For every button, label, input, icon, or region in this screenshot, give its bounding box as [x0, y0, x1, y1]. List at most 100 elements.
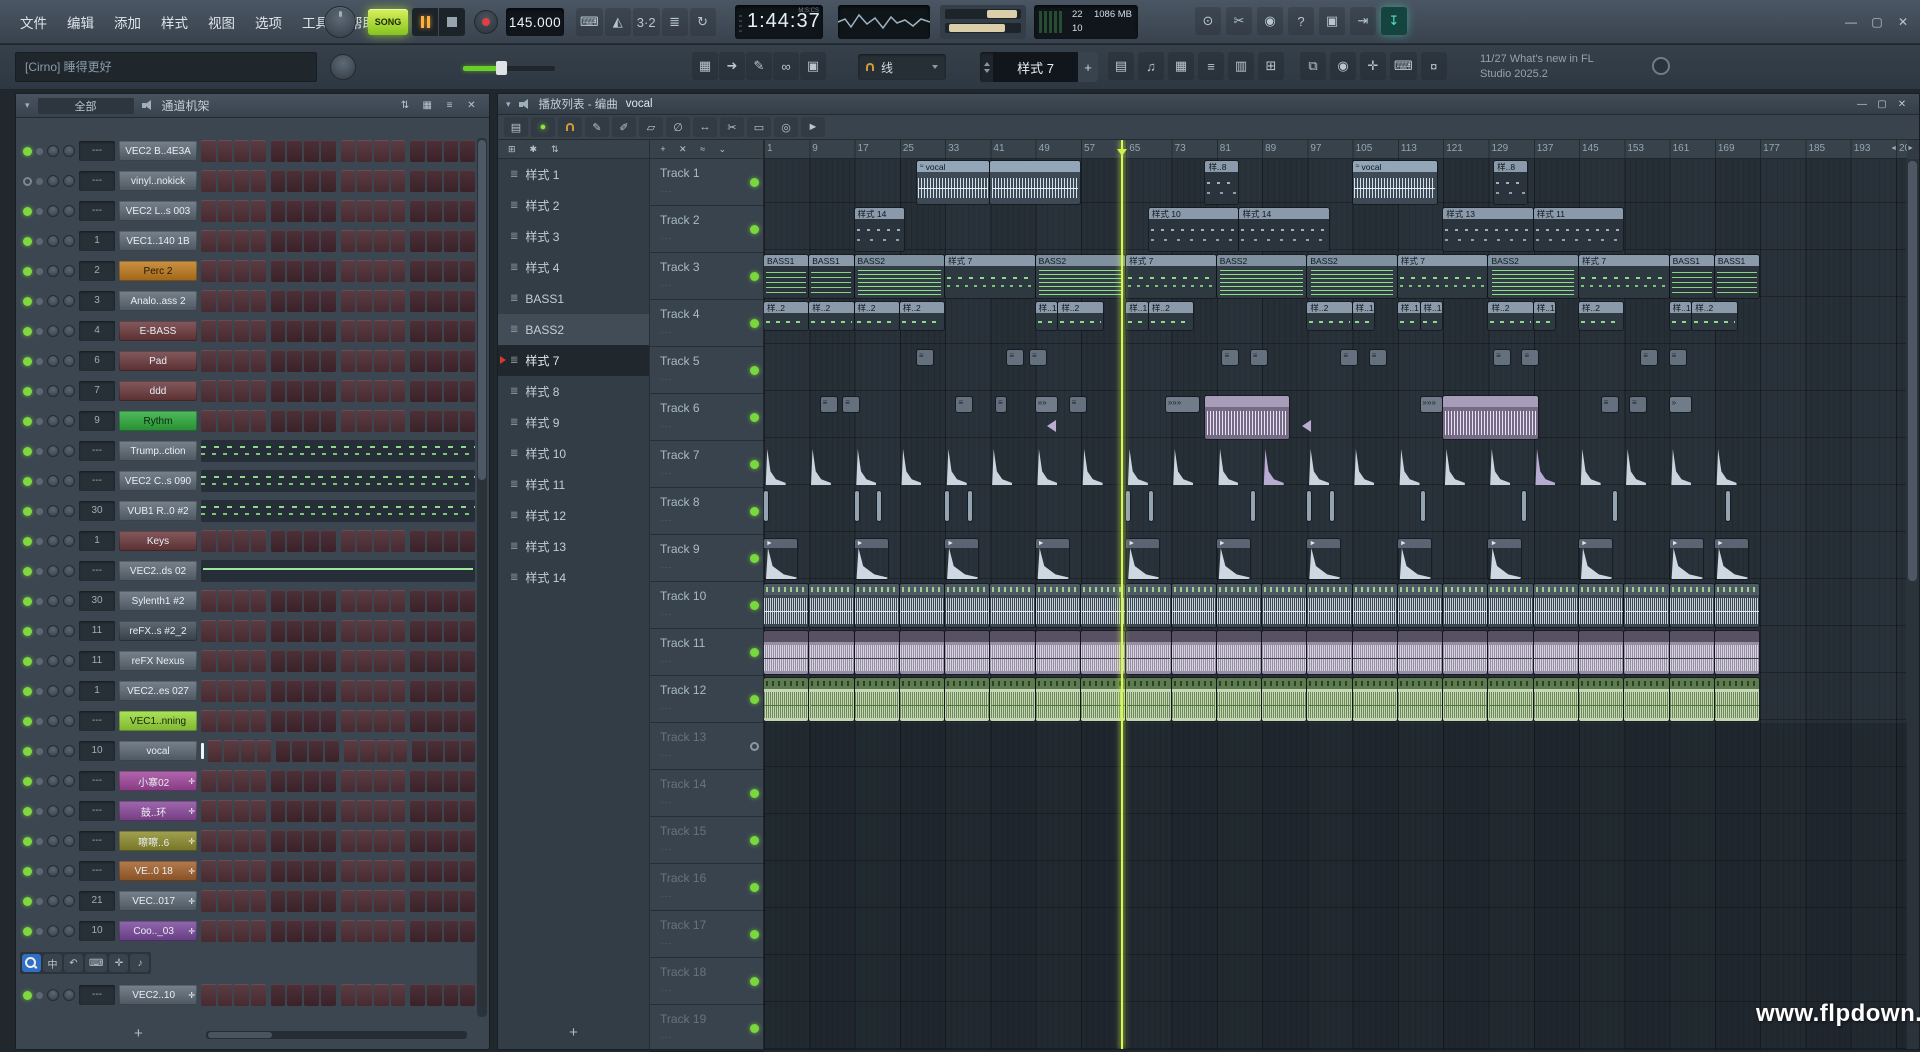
- step-cell[interactable]: [321, 200, 336, 222]
- step-cell[interactable]: [357, 290, 372, 312]
- step-cell[interactable]: [251, 680, 266, 702]
- step-cell[interactable]: [321, 530, 336, 552]
- mixer-track-number[interactable]: 10: [79, 921, 115, 941]
- channel-led[interactable]: [23, 927, 32, 936]
- volume-knob[interactable]: [63, 475, 75, 487]
- mixer-track-number[interactable]: 1: [79, 231, 115, 251]
- track-header[interactable]: Track 5...: [650, 347, 764, 394]
- channel-mute-dot[interactable]: [36, 178, 43, 185]
- clip[interactable]: 样..2: [764, 302, 808, 330]
- step-cell[interactable]: [201, 380, 216, 402]
- step-cell[interactable]: [410, 140, 425, 162]
- step-cell[interactable]: [304, 984, 319, 1006]
- channel-led[interactable]: [23, 207, 32, 216]
- step-cell[interactable]: [271, 200, 286, 222]
- step-cell[interactable]: [304, 350, 319, 372]
- channel-led[interactable]: [23, 777, 32, 786]
- channel-led[interactable]: [23, 327, 32, 336]
- clip[interactable]: [1534, 449, 1556, 485]
- pattern-item[interactable]: ≣样式 13: [498, 531, 649, 562]
- mixer-track-number[interactable]: ---: [79, 201, 115, 221]
- clip[interactable]: [1302, 420, 1318, 432]
- paint-icon[interactable]: ✐: [612, 117, 636, 137]
- channel-mute-dot[interactable]: [36, 418, 43, 425]
- notification-icon[interactable]: [1652, 57, 1670, 75]
- track-led[interactable]: [750, 648, 759, 657]
- pan-knob[interactable]: [47, 355, 59, 367]
- step-cell[interactable]: [357, 260, 372, 282]
- channel-led[interactable]: [23, 267, 32, 276]
- time-display[interactable]: 1:44:37 M:S:CS: [735, 5, 823, 39]
- channel-button[interactable]: VEC2..ds 02: [119, 561, 197, 581]
- clip[interactable]: [1217, 584, 1261, 627]
- step-cell[interactable]: [341, 530, 356, 552]
- channel-led[interactable]: [23, 387, 32, 396]
- clip[interactable]: [1579, 678, 1623, 721]
- menu-icon[interactable]: ▤: [504, 117, 528, 137]
- step-cell[interactable]: [374, 410, 389, 432]
- clip[interactable]: 样式 14: [1239, 208, 1329, 251]
- step-cell[interactable]: [271, 230, 286, 252]
- step-cell[interactable]: [341, 410, 356, 432]
- clip[interactable]: [1149, 491, 1153, 521]
- clip[interactable]: [809, 449, 831, 485]
- clip[interactable]: [1421, 491, 1425, 521]
- volume-knob[interactable]: [63, 775, 75, 787]
- clip[interactable]: BASS1: [1670, 255, 1714, 298]
- track-options[interactable]: ...: [661, 184, 672, 194]
- clip[interactable]: 样..2: [1579, 302, 1623, 330]
- channel-button[interactable]: Coo.._03✛: [119, 921, 197, 941]
- step-cell[interactable]: [460, 200, 475, 222]
- track-led[interactable]: [750, 413, 759, 422]
- step-cell[interactable]: [201, 680, 216, 702]
- track-header[interactable]: Track 16...: [650, 864, 764, 911]
- pan-knob[interactable]: [47, 835, 59, 847]
- channel-led[interactable]: [23, 837, 32, 846]
- step-cell[interactable]: [444, 590, 459, 612]
- track-header[interactable]: Track 1...: [650, 159, 764, 206]
- step-cell[interactable]: [218, 890, 233, 912]
- step-cell[interactable]: [292, 740, 306, 762]
- step-cell[interactable]: [391, 290, 406, 312]
- step-cell[interactable]: [208, 740, 222, 762]
- step-cell[interactable]: [218, 410, 233, 432]
- clip[interactable]: [1488, 584, 1532, 627]
- channel-led[interactable]: [23, 417, 32, 426]
- step-cell[interactable]: [410, 380, 425, 402]
- step-cell[interactable]: [287, 710, 302, 732]
- mixer-track-number[interactable]: ---: [79, 861, 115, 881]
- pan-knob[interactable]: [47, 625, 59, 637]
- clip[interactable]: [1172, 584, 1216, 627]
- channel-button[interactable]: VEC1..nning: [119, 711, 197, 731]
- step-cell[interactable]: [427, 830, 442, 852]
- clip[interactable]: [945, 491, 949, 521]
- track-options[interactable]: ...: [661, 936, 672, 946]
- pan-knob[interactable]: [47, 685, 59, 697]
- step-cell[interactable]: [341, 290, 356, 312]
- step-cell[interactable]: [287, 590, 302, 612]
- step-cell[interactable]: [427, 890, 442, 912]
- step-cell[interactable]: [218, 920, 233, 942]
- clip[interactable]: 样..1: [1534, 302, 1556, 330]
- step-cell[interactable]: [218, 984, 233, 1006]
- note-icon[interactable]: ♪: [130, 954, 149, 972]
- step-cell[interactable]: [304, 650, 319, 672]
- step-cell[interactable]: [271, 590, 286, 612]
- clip[interactable]: [1726, 491, 1730, 521]
- channel-button[interactable]: VEC2 C..s 090: [119, 471, 197, 491]
- collapse-tracks-icon[interactable]: ⌄: [715, 142, 731, 156]
- track-options[interactable]: ...: [661, 983, 672, 993]
- step-cell[interactable]: [374, 830, 389, 852]
- step-cell[interactable]: [201, 830, 216, 852]
- pan-knob[interactable]: [47, 775, 59, 787]
- step-cell[interactable]: [427, 590, 442, 612]
- grid-icon[interactable]: ▦: [692, 52, 718, 80]
- step-cell[interactable]: [218, 590, 233, 612]
- channel-led[interactable]: [23, 991, 32, 1000]
- step-cell[interactable]: [444, 320, 459, 342]
- step-cell[interactable]: [304, 590, 319, 612]
- channel-mute-dot[interactable]: [36, 238, 43, 245]
- channel-led[interactable]: [23, 657, 32, 666]
- clip[interactable]: [990, 678, 1034, 721]
- step-cell[interactable]: [271, 290, 286, 312]
